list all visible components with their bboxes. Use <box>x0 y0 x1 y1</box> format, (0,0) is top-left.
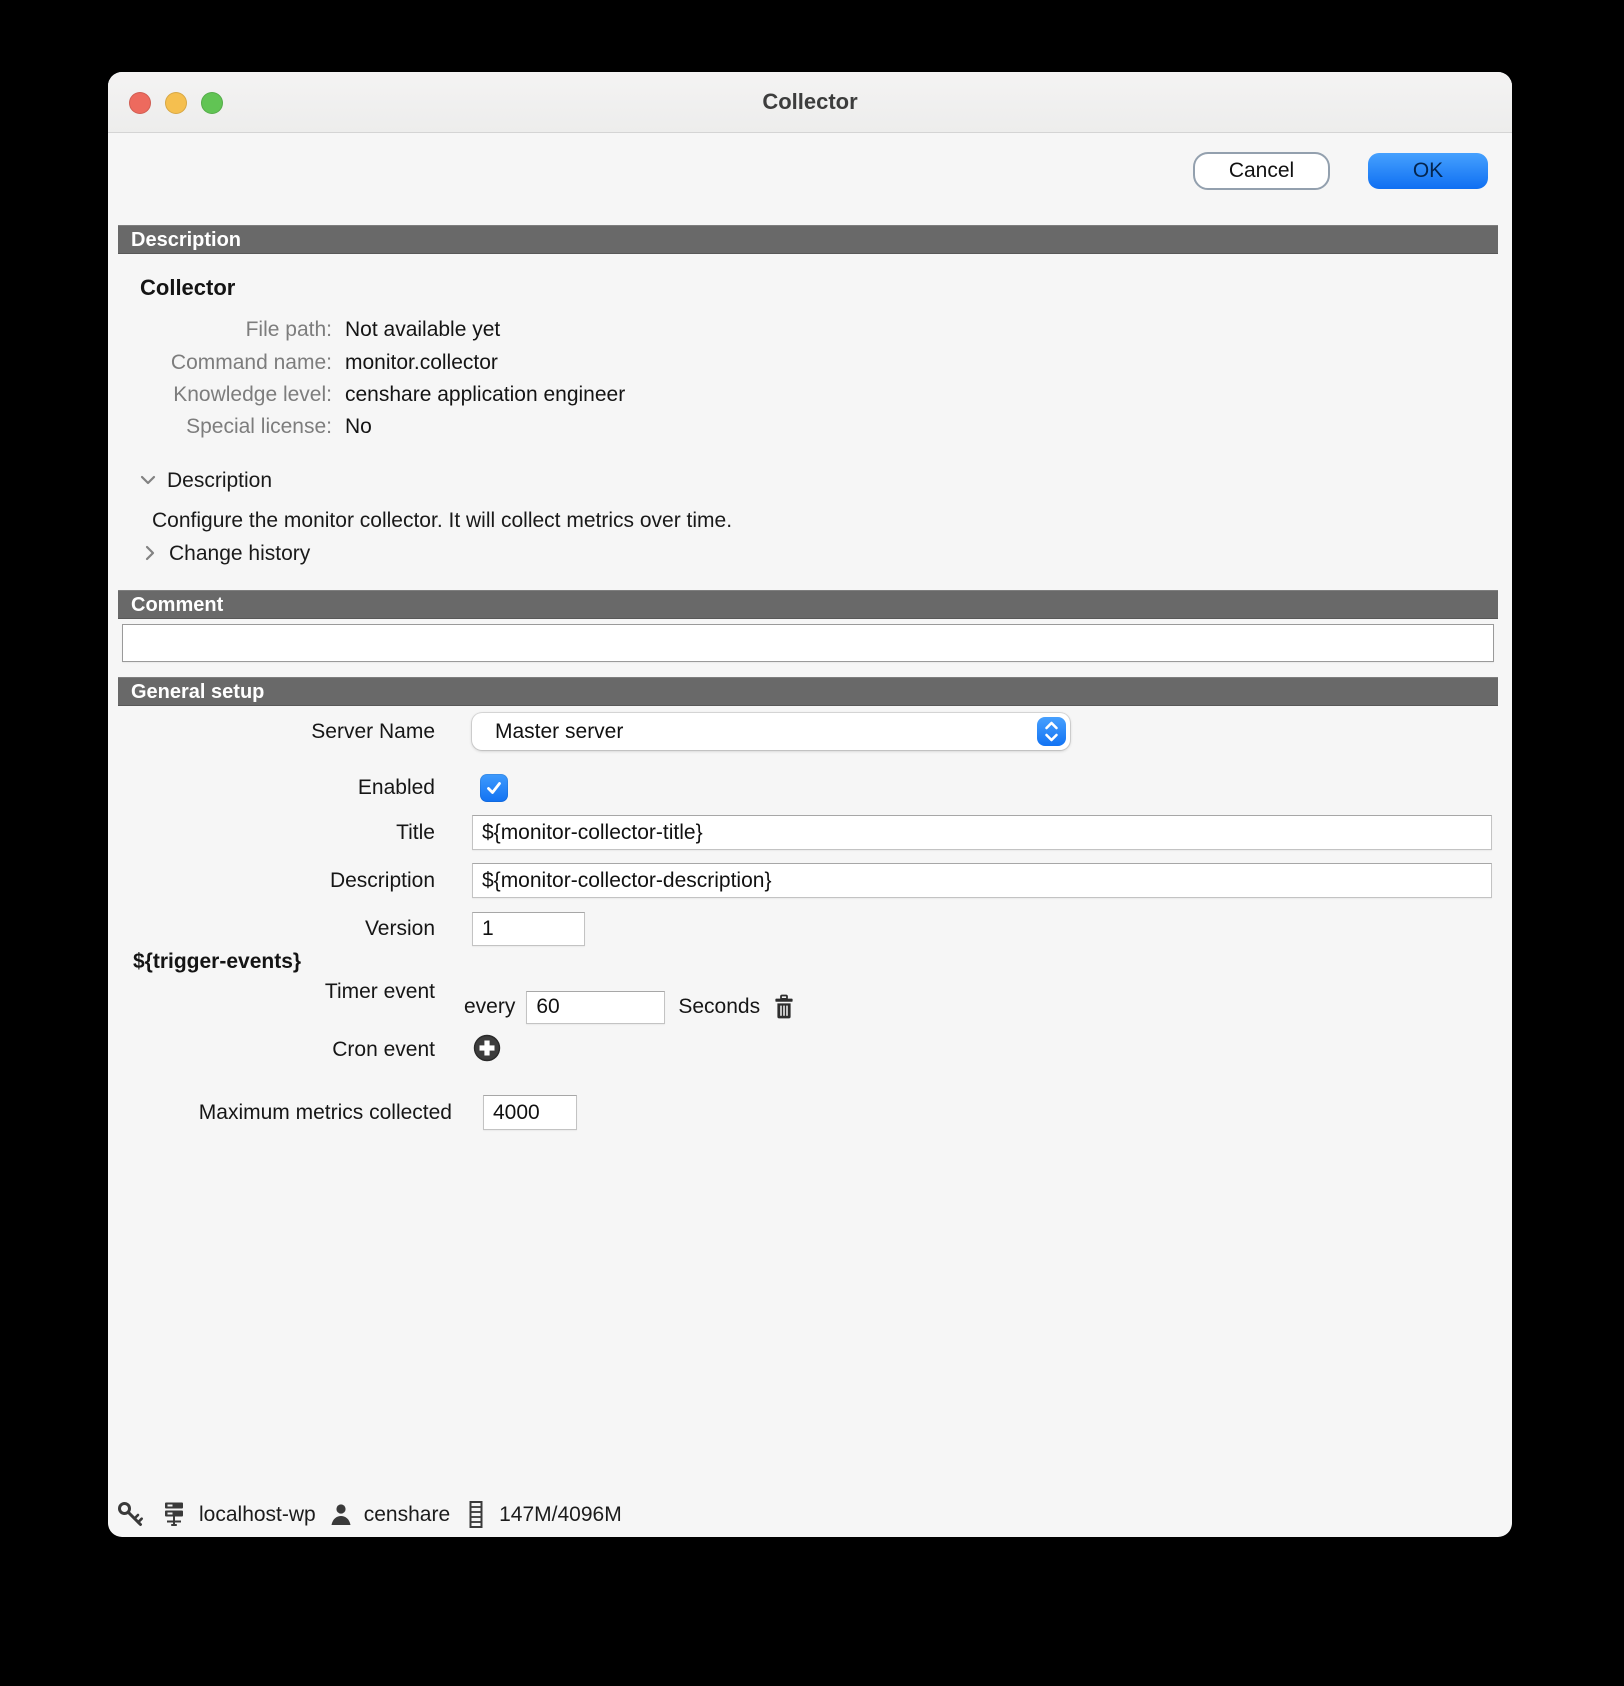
description-section-header: Description <box>118 225 1498 254</box>
timer-event-row: Timer event <box>108 977 435 1007</box>
description-section-title: Description <box>131 229 242 251</box>
user-icon <box>331 1504 351 1525</box>
trigger-events-label: ${trigger-events} <box>133 950 302 973</box>
special-license-label: Special license: <box>186 415 332 438</box>
change-history-disclosure-toggle[interactable]: Change history <box>140 539 310 569</box>
server-name-select[interactable]: Master server <box>472 713 1070 750</box>
comment-input[interactable] <box>122 624 1494 662</box>
command-heading: Collector <box>140 275 236 300</box>
cron-event-row: Cron event <box>108 1035 435 1065</box>
timer-every-label: every <box>464 995 516 1018</box>
plus-circle-icon <box>473 1034 501 1062</box>
description-label: Description <box>329 869 435 892</box>
change-history-disclosure-label: Change history <box>169 542 311 565</box>
title-label: Title <box>396 821 435 844</box>
description-disclosure-label: Description <box>167 469 273 492</box>
meta-row-special-license: Special license: No <box>118 412 372 442</box>
status-bar: localhost-wp censhare 147M/4096M <box>116 1500 622 1530</box>
comment-section-title: Comment <box>131 594 224 616</box>
command-name-value: monitor.collector <box>345 351 498 374</box>
file-path-label: File path: <box>245 318 332 341</box>
cancel-button[interactable]: Cancel <box>1193 152 1330 190</box>
chevron-right-icon <box>145 545 155 561</box>
max-metrics-input[interactable] <box>483 1095 577 1130</box>
special-license-value: No <box>345 415 372 438</box>
version-label: Version <box>364 917 435 940</box>
status-user: censhare <box>363 1503 451 1526</box>
general-setup-section-title: General setup <box>131 681 265 703</box>
enabled-checkbox[interactable] <box>480 774 508 802</box>
meta-row-knowledge-level: Knowledge level: censhare application eng… <box>118 380 625 410</box>
server-name-label: Server Name <box>311 720 435 743</box>
file-path-value: Not available yet <box>345 318 501 341</box>
delete-timer-event-button[interactable] <box>772 994 796 1020</box>
description-input[interactable] <box>472 863 1492 898</box>
comment-section-header: Comment <box>118 590 1498 619</box>
server-name-selected-value: Master server <box>495 720 624 743</box>
description-disclosure-toggle[interactable]: Description <box>138 466 272 496</box>
window-title: Collector <box>762 89 858 114</box>
titlebar: Collector <box>108 72 1512 133</box>
ok-button[interactable]: OK <box>1368 153 1488 189</box>
knowledge-level-value: censhare application engineer <box>345 383 626 406</box>
command-name-label: Command name: <box>170 351 332 374</box>
popup-stepper-icon <box>1037 717 1066 746</box>
enabled-row: Enabled <box>108 774 435 802</box>
server-name-row: Server Name <box>108 713 435 750</box>
server-connection-icon <box>165 1502 183 1526</box>
collector-dialog: Collector Cancel OK Description Collecto… <box>108 72 1512 1537</box>
timer-event-controls: every Seconds <box>464 990 796 1024</box>
title-input[interactable] <box>472 815 1492 850</box>
version-row: Version <box>108 912 435 946</box>
cron-event-label: Cron event <box>332 1038 435 1061</box>
timer-seconds-input[interactable] <box>526 990 666 1024</box>
key-icon <box>118 1502 144 1526</box>
max-metrics-row: Maximum metrics collected <box>108 1095 452 1130</box>
title-row: Title <box>108 815 435 850</box>
description-row: Description <box>108 863 435 898</box>
max-metrics-label: Maximum metrics collected <box>198 1101 452 1124</box>
enabled-label: Enabled <box>357 776 435 799</box>
meta-row-command-name: Command name: monitor.collector <box>118 348 498 378</box>
trash-icon <box>775 994 793 1019</box>
checkmark-icon <box>487 782 501 794</box>
status-memory: 147M/4096M <box>499 1503 622 1526</box>
meta-row-file-path: File path: Not available yet <box>118 315 501 345</box>
chevron-down-icon <box>140 475 156 485</box>
knowledge-level-label: Knowledge level: <box>173 383 332 406</box>
add-cron-event-button[interactable] <box>472 1033 502 1066</box>
general-setup-section-header: General setup <box>118 677 1498 706</box>
version-input[interactable] <box>472 912 585 946</box>
timer-seconds-label: Seconds <box>678 995 761 1018</box>
description-text: Configure the monitor collector. It will… <box>152 509 733 532</box>
memory-icon <box>469 1501 483 1528</box>
status-host: localhost-wp <box>199 1503 316 1526</box>
timer-event-label: Timer event <box>324 980 435 1003</box>
